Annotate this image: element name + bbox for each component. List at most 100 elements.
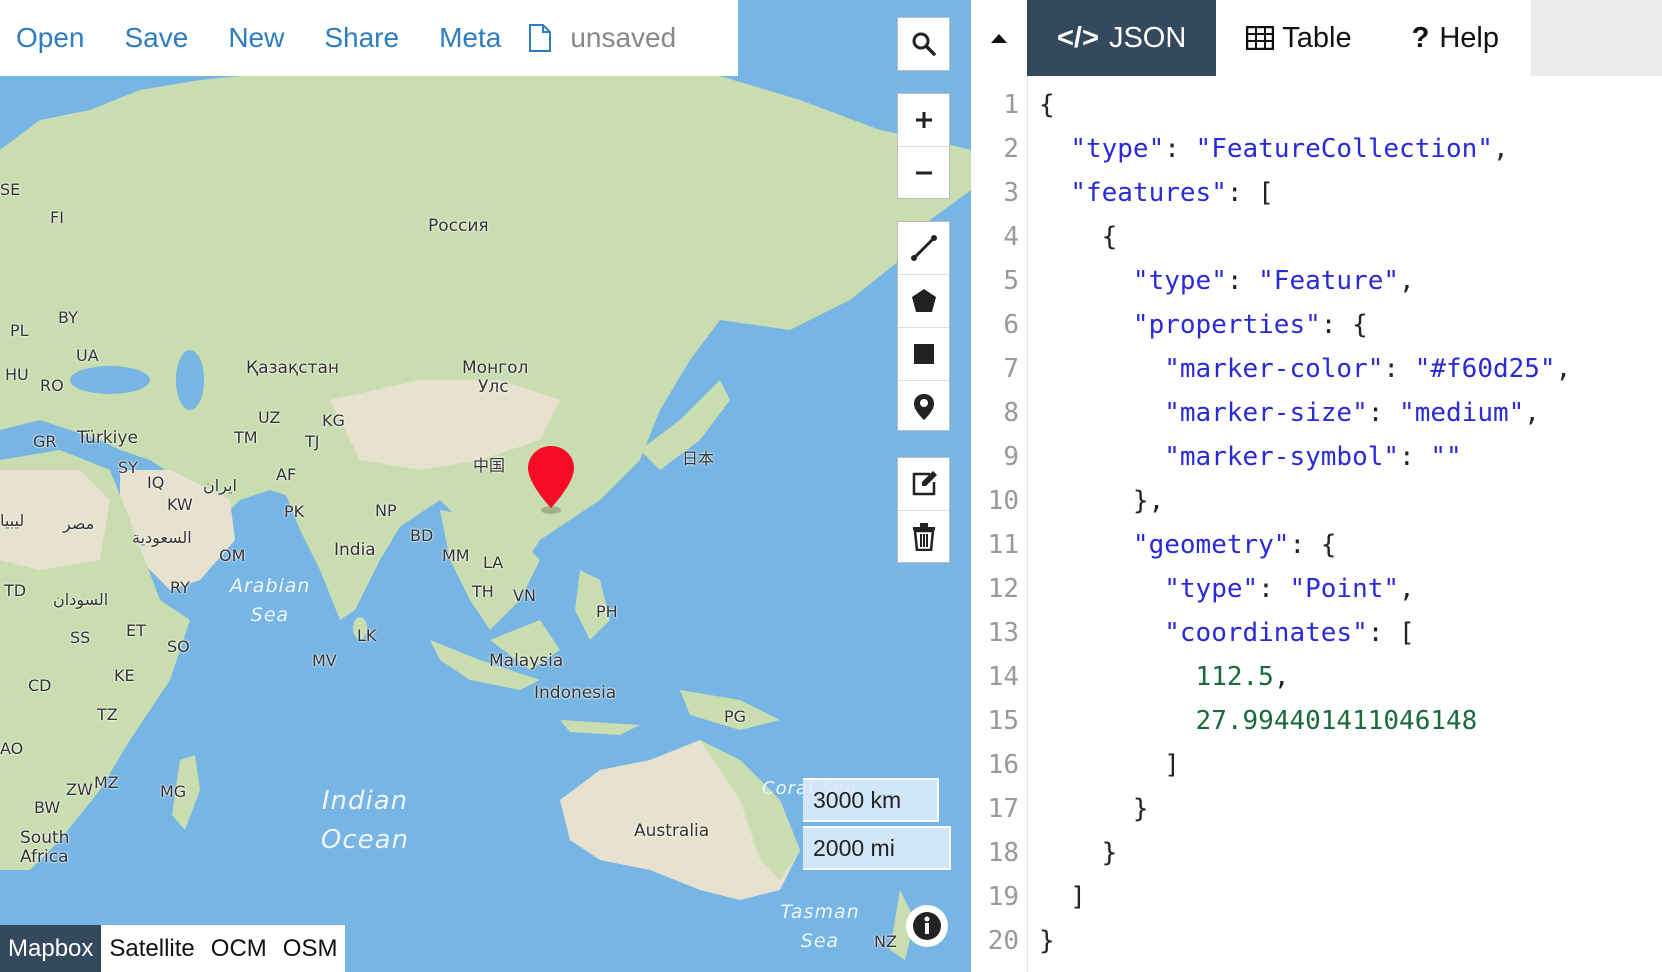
map-label-cd: CD [28, 676, 52, 695]
code-line-14: 112.5, [1195, 662, 1290, 692]
line-number: 8 [1003, 398, 1019, 428]
edit-icon [912, 471, 937, 496]
map-label-sudan: السودان [53, 590, 109, 609]
map-label-mongolia-2: Улс [478, 377, 509, 397]
open-button[interactable]: Open [16, 22, 85, 54]
map-label-japan: 日本 [682, 449, 715, 468]
map-label-td: TD [4, 581, 27, 600]
map-label-south-africa-1: South [20, 828, 70, 848]
key-properties: "properties" [1132, 310, 1321, 340]
layer-mapbox[interactable]: Mapbox [0, 925, 102, 972]
line-number: 13 [987, 618, 1019, 648]
draw-rectangle-button[interactable] [898, 328, 949, 381]
key-type: "type" [1164, 574, 1259, 604]
map-label-india: India [334, 540, 376, 560]
tab-help[interactable]: ? Help [1381, 0, 1531, 76]
line-number: 5 [1003, 266, 1019, 296]
code-line-12: "type": "Point", [1164, 574, 1415, 604]
map-label-se: SE [0, 180, 21, 199]
delete-button[interactable] [898, 511, 949, 563]
map-label-kazakhstan: Қазақстан [246, 358, 339, 378]
code-line-6: "properties": { [1132, 310, 1368, 340]
map-label-sy: SY [118, 458, 138, 477]
search-button[interactable] [898, 18, 949, 70]
collapse-panel-button[interactable] [971, 0, 1027, 76]
code-line-10: }, [1039, 486, 1165, 516]
meta-button[interactable]: Meta [439, 22, 501, 54]
map-label-ss: SS [70, 628, 91, 647]
tab-json[interactable]: </> JSON [1027, 0, 1217, 76]
key-coordinates: "coordinates" [1164, 618, 1368, 648]
map-view[interactable]: SE FI Россия BY PL UA HU RO Қазақстан Мо… [0, 0, 971, 972]
map-label-mongolia-1: Монгол [462, 358, 529, 378]
key-features: "features" [1070, 178, 1227, 208]
map-label-tz: TZ [97, 705, 118, 724]
line-number: 11 [987, 530, 1019, 560]
edit-button[interactable] [898, 458, 949, 511]
share-button[interactable]: Share [324, 22, 399, 54]
code-line-3: "features": [ [1070, 178, 1274, 208]
sea-arabian-line-2: Sea [250, 603, 290, 626]
trash-icon [912, 523, 935, 551]
map-label-af: AF [276, 465, 297, 484]
map-label-tm: TM [234, 428, 258, 447]
line-number: 9 [1003, 442, 1019, 472]
value-point: "Point" [1289, 574, 1400, 604]
new-button[interactable]: New [228, 22, 284, 54]
value-size: "medium" [1399, 398, 1525, 428]
map-label-russia: Россия [428, 216, 489, 236]
draw-line-button[interactable] [898, 222, 949, 275]
tab-json-label: JSON [1108, 21, 1187, 54]
edit-control [897, 457, 950, 563]
save-button[interactable]: Save [125, 22, 189, 54]
map-label-ua: UA [76, 346, 99, 365]
layer-satellite[interactable]: Satellite [101, 925, 202, 972]
line-number: 4 [1003, 222, 1019, 252]
map-label-mg: MG [160, 782, 187, 801]
map-label-ph: PH [596, 602, 618, 621]
value-color: "#f60d25" [1414, 354, 1556, 384]
map-label-ry: RY [170, 578, 190, 597]
map-label-bw: BW [34, 798, 61, 817]
code-line-17: } [1039, 794, 1149, 824]
layer-osm[interactable]: OSM [275, 925, 346, 972]
map-label-pl: PL [10, 321, 29, 340]
code-line-13: "coordinates": [ [1164, 618, 1415, 648]
layer-switcher: Mapbox Satellite OCM OSM [0, 925, 346, 972]
key-geometry: "geometry" [1132, 530, 1290, 560]
map-label-australia: Australia [634, 821, 710, 841]
tab-table[interactable]: Table [1216, 0, 1382, 76]
info-button[interactable] [906, 905, 948, 947]
code-line-4: { [1039, 222, 1118, 252]
map-label-by: BY [58, 308, 78, 327]
info-icon [913, 912, 941, 940]
code-line-2: "type": "FeatureCollection", [1070, 134, 1509, 164]
sea-tasman-line-2: Sea [800, 929, 840, 952]
code-icon: </> [1057, 21, 1099, 54]
json-editor[interactable]: 1 2 3 4 5 6 7 8 9 10 11 12 13 14 15 16 17 18 19 20 { "type"… [971, 76, 1662, 972]
code-line-20: } [1039, 926, 1055, 956]
map-label-ro: RO [40, 376, 64, 395]
map-label-iq: IQ [147, 473, 165, 492]
question-icon: ? [1411, 21, 1430, 54]
zoom-in-button[interactable] [898, 94, 949, 147]
line-number: 6 [1003, 310, 1019, 340]
line-number: 1 [1003, 90, 1019, 120]
map-label-et: ET [126, 621, 146, 640]
code-line-9: "marker-symbol": "" [1164, 442, 1462, 472]
layer-ocm[interactable]: OCM [203, 925, 275, 972]
draw-polygon-button[interactable] [898, 275, 949, 328]
line-number: 19 [987, 882, 1019, 912]
code-line-1: { [1039, 90, 1055, 120]
map-label-iran: ایران [203, 476, 237, 495]
map-label-fi: FI [50, 208, 64, 227]
zoom-out-button[interactable] [898, 147, 949, 199]
map-label-pk: PK [284, 502, 305, 521]
draw-marker-button[interactable] [898, 381, 949, 433]
file-icon [529, 24, 552, 52]
map-marker-icon[interactable] [526, 444, 576, 516]
zoom-control [897, 93, 950, 199]
map-label-so: SO [167, 637, 190, 656]
map-label-mz: MZ [94, 773, 119, 792]
draw-line-icon [910, 235, 937, 261]
